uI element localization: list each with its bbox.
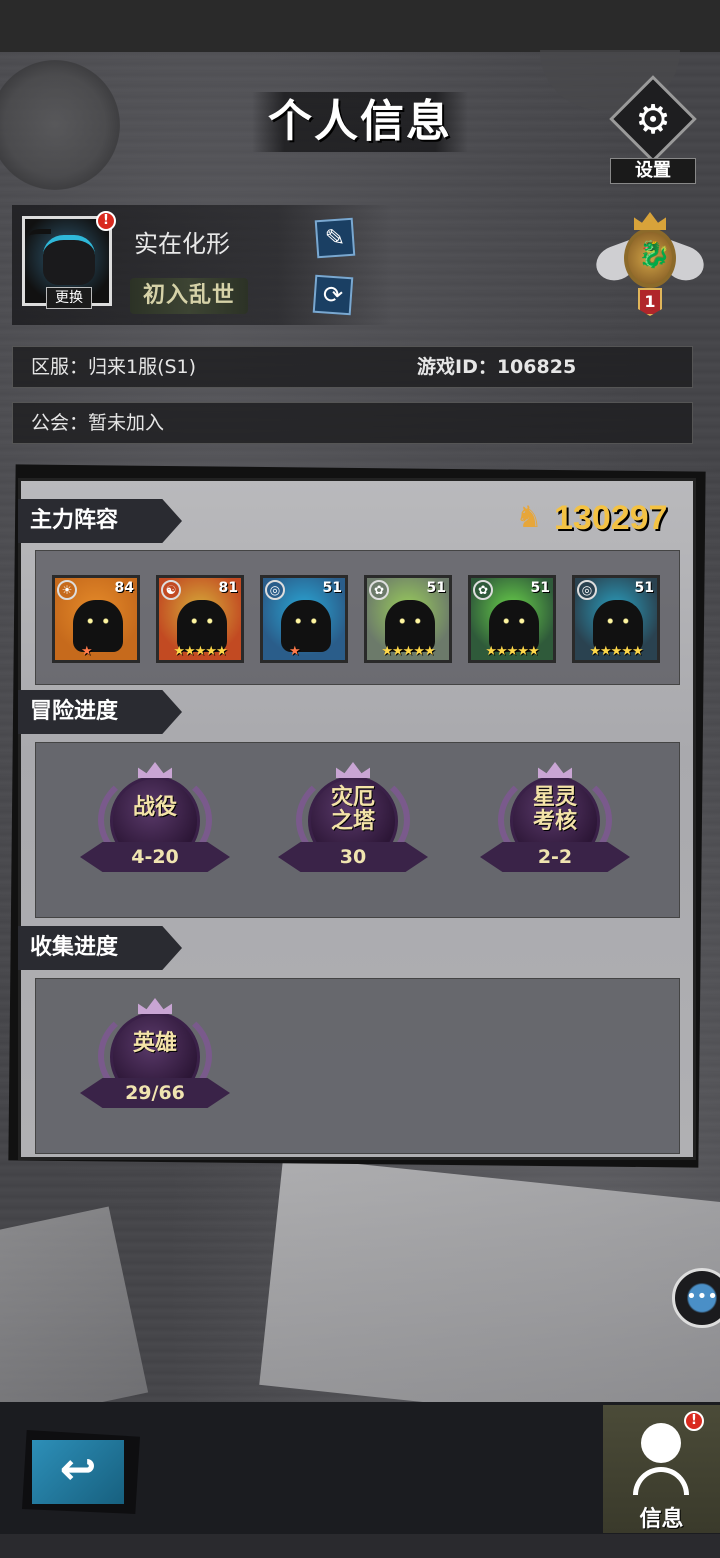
player-name: 实在化形 [134,230,230,258]
change-title-button[interactable]: ⟳ [312,274,354,316]
bottom-edge [0,1534,720,1558]
wind-element-icon: ✿ [473,580,493,600]
power-icon: ♞ [515,500,543,535]
back-arrow-icon: ↩ [32,1440,124,1504]
hero-card[interactable]: ☀ 84 ★ [52,575,140,663]
hero-stars: ★★★★★ [485,644,539,659]
hero-card[interactable]: ✿ 51 ★★★★★ [364,575,452,663]
sun-element-icon: ☀ [57,580,77,600]
level-emblem[interactable]: 1 [591,212,709,322]
lineup-section-title: 主力阵容 [18,499,182,543]
medal-value: 30 [339,846,367,868]
medal-name: 星灵考核 [532,785,577,834]
avatar-notification-badge: ! [96,211,116,231]
medal-name: 英雄 [132,1031,177,1056]
hero-level: 84 [114,580,134,596]
hero-eyes [189,618,215,624]
hero-card[interactable]: ◎ 51 ★ [260,575,348,663]
page-title: 个人信息 [268,97,452,146]
hero-stars: ★ [81,644,93,659]
info-tab-label: 信息 [639,1507,684,1532]
back-button[interactable]: ↩ [22,1430,140,1514]
hero-stars: ★★★★★ [381,644,435,659]
hero-eyes [605,618,631,624]
adventure-section-title: 冒险进度 [18,690,182,734]
water-element-icon: ◎ [577,580,597,600]
gear-icon: ⚙ [635,97,671,143]
dragon-shield-icon [624,228,676,288]
avatar-helmet [43,235,95,285]
collection-section-title: 收集进度 [18,926,182,970]
guild-row: 公会：暂未加入 [12,402,693,444]
water-element-icon: ◎ [265,580,285,600]
level-number: 1 [638,288,662,316]
medal-value: 29/66 [125,1082,185,1104]
adventure-medal[interactable]: 战役 4-20 [80,762,230,892]
person-icon [641,1423,681,1463]
chat-bubble-icon: ••• [686,1286,718,1307]
gold-element-icon: ☯ [161,580,181,600]
info-notification-badge: ! [684,1411,704,1431]
hero-eyes [85,618,111,624]
hero-card[interactable]: ✿ 51 ★★★★★ [468,575,556,663]
power-display: ♞ 130297 [510,496,668,540]
settings-button[interactable]: ⚙ 设置 [604,75,700,184]
medal-value: 2-2 [537,846,573,868]
hero-level: 51 [530,580,550,596]
settings-label: 设置 [610,158,696,184]
person-body [633,1467,689,1495]
adventure-medal[interactable]: 灾厄之塔 30 [278,762,428,892]
player-title-badge: 初入乱世 [130,278,248,314]
pencil-icon: ✎ [323,223,346,253]
hero-level: 51 [322,580,342,596]
edit-name-button[interactable]: ✎ [314,217,356,259]
adventure-medal[interactable]: 星灵考核 2-2 [480,762,630,892]
power-value: 130297 [554,498,668,537]
change-avatar-button[interactable]: 更换 [46,287,92,309]
hero-card[interactable]: ☯ 81 ★★★★★ [156,575,244,663]
hero-eyes [293,618,319,624]
wind-element-icon: ✿ [369,580,389,600]
hero-stars: ★ [289,644,301,659]
hero-level: 51 [634,580,654,596]
crown-icon [634,212,666,230]
server-row: 区服：归来1服(S1) 游戏ID：106825 [12,346,693,388]
hero-stars: ★★★★★ [173,644,227,659]
hero-stars: ★★★★★ [589,644,643,659]
hero-eyes [397,618,423,624]
server-label: 区服：归来1服(S1) [31,356,197,378]
medal-name: 战役 [132,795,177,820]
refresh-icon: ⟳ [321,280,344,310]
collection-medal[interactable]: 英雄 29/66 [80,998,230,1128]
hero-card[interactable]: ◎ 51 ★★★★★ [572,575,660,663]
hero-eyes [501,618,527,624]
guild-label: 公会：暂未加入 [31,412,165,434]
hero-level: 51 [426,580,446,596]
medal-name: 灾厄之塔 [330,785,375,834]
medal-value: 4-20 [131,846,179,868]
hero-level: 81 [218,580,238,596]
game-id: 游戏ID：106825 [417,356,577,378]
status-bar [0,0,720,52]
